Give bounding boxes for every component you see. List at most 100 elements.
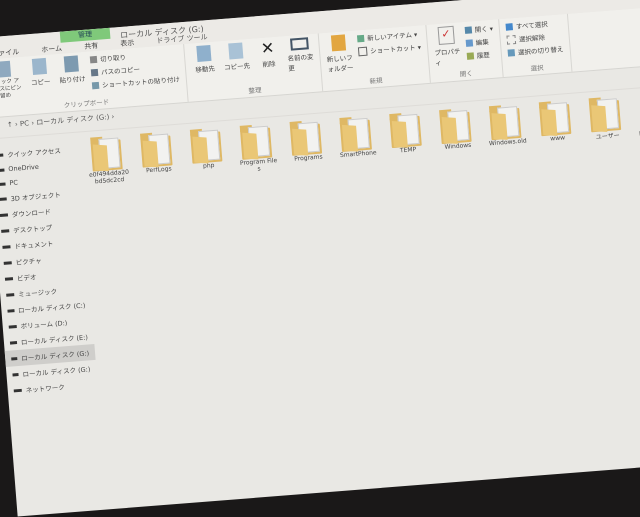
select-none-icon bbox=[506, 34, 517, 45]
easy-access-label: ショートカット ▾ bbox=[369, 43, 422, 56]
copy-path-label: パスのコピー bbox=[100, 65, 141, 77]
new-folder-label: 新しいフォルダー bbox=[326, 53, 354, 74]
nav-icon bbox=[0, 196, 7, 201]
folder-icon bbox=[90, 135, 125, 172]
select-all-label: すべて選択 bbox=[515, 20, 548, 31]
nav-icon bbox=[0, 212, 9, 217]
open-icon bbox=[464, 25, 472, 34]
file-item[interactable]: www bbox=[535, 100, 578, 144]
move-icon bbox=[196, 44, 212, 63]
copy-to-label: コピー先 bbox=[223, 61, 251, 72]
select-none-label: 選択解除 bbox=[518, 33, 546, 44]
delete-x-icon: ✕ bbox=[260, 37, 276, 58]
folder-icon bbox=[289, 119, 325, 156]
nav-item-label: 3D オブジェクト bbox=[10, 191, 62, 204]
nav-item-label: クイック アクセス bbox=[6, 147, 62, 160]
file-item[interactable]: php bbox=[186, 127, 229, 171]
nav-item-label: デスクトップ bbox=[12, 223, 53, 235]
new-group: 新しいフォルダー 新しいアイテム ▾ ショートカット ▾ 新規 bbox=[318, 24, 431, 92]
select-all-icon bbox=[505, 22, 514, 31]
nav-item-label: ミュージック bbox=[17, 287, 58, 299]
move-to-label: 移動先 bbox=[195, 64, 216, 75]
nav-item-label: ビデオ bbox=[16, 273, 37, 283]
file-item[interactable]: Program Files bbox=[236, 123, 280, 174]
copy-icon bbox=[31, 57, 48, 75]
rename-label: 名前の変更 bbox=[287, 52, 314, 73]
nav-icon bbox=[0, 153, 4, 157]
file-item[interactable]: e0f494dda20bd5dc2cd bbox=[86, 135, 130, 186]
history-icon bbox=[466, 51, 474, 60]
select-group: すべて選択 選択解除 選択の切り替え 選択 bbox=[499, 13, 573, 78]
invert-selection-label: 選択の切り替え bbox=[517, 45, 564, 57]
nav-icon bbox=[7, 308, 15, 313]
folder-icon bbox=[189, 127, 225, 164]
nav-icon bbox=[4, 276, 14, 281]
folder-icon bbox=[239, 123, 275, 160]
nav-icon bbox=[8, 324, 17, 329]
folder-icon bbox=[389, 112, 424, 149]
edit-label: 編集 bbox=[475, 38, 490, 48]
folder-icon bbox=[140, 131, 175, 168]
nav-icon bbox=[13, 388, 22, 392]
delete-label: 削除 bbox=[262, 59, 276, 69]
organize-group: 移動先 コピー先 ✕ 削除 名前の変更 整理 bbox=[184, 33, 324, 102]
nav-icon bbox=[11, 356, 18, 361]
folder-icon bbox=[339, 116, 374, 152]
path-icon bbox=[90, 68, 99, 76]
nav-icon bbox=[3, 260, 12, 265]
file-item[interactable]: Windows.old bbox=[485, 103, 528, 147]
open-group: ✓ プロパティ 開く ▾ 編集 履歴 開く bbox=[426, 19, 504, 83]
invert-selection-button[interactable]: 選択の切り替え bbox=[507, 43, 564, 57]
select-all-button[interactable]: すべて選択 bbox=[505, 17, 562, 31]
nav-icon bbox=[6, 292, 15, 297]
nav-item-label: ボリューム (D:) bbox=[20, 319, 68, 331]
file-item[interactable]: SmartPhone bbox=[335, 115, 378, 159]
properties-check-icon: ✓ bbox=[437, 25, 455, 46]
file-item[interactable]: RECYCLE.BAK bbox=[634, 92, 640, 145]
paste-label: 貼り付け bbox=[59, 74, 86, 85]
cut-label: 切り取り bbox=[99, 53, 127, 64]
history-button[interactable]: 履歴 bbox=[466, 49, 495, 61]
up-arrow-icon[interactable]: ↑ bbox=[7, 121, 13, 129]
folder-icon bbox=[538, 100, 574, 137]
folder-icon bbox=[488, 104, 524, 141]
nav-icon bbox=[1, 228, 10, 233]
open-button[interactable]: 開く ▾ bbox=[464, 23, 493, 35]
file-list: e0f494dda20bd5dc2cd PerfLogs php Program Fi… bbox=[78, 85, 640, 392]
rename-icon bbox=[290, 37, 309, 51]
copy-to-icon bbox=[228, 42, 244, 60]
nav-item-label: PC bbox=[9, 178, 19, 188]
breadcrumb-drive[interactable]: ローカル ディスク (G:) bbox=[36, 113, 110, 127]
paste-shortcut-label: ショートカットの貼り付け bbox=[101, 75, 181, 90]
new-item-icon bbox=[356, 34, 365, 42]
file-explorer-window: 管理 ローカル ディスク (G:) ファイル ホーム 共有 表示 ドライブ ツー… bbox=[0, 0, 640, 517]
select-none-button[interactable]: 選択解除 bbox=[506, 30, 563, 45]
file-item[interactable]: Windows bbox=[435, 107, 478, 151]
nav-item-label: ネットワーク bbox=[25, 383, 65, 395]
open-label: 開く ▾ bbox=[474, 24, 494, 35]
nav-item-label: ピクチャ bbox=[15, 256, 42, 267]
folder-icon bbox=[439, 108, 474, 145]
edit-icon bbox=[465, 38, 473, 47]
shortcut-icon bbox=[357, 46, 368, 56]
folder-icon bbox=[588, 96, 624, 133]
file-item[interactable]: PerfLogs bbox=[136, 131, 179, 175]
invert-selection-icon bbox=[507, 48, 516, 57]
new-item-label: 新しいアイテム ▾ bbox=[366, 30, 418, 43]
history-label: 履歴 bbox=[476, 51, 491, 61]
properties-label: プロパティ bbox=[434, 47, 461, 68]
copy-label: コピー bbox=[30, 77, 51, 88]
nav-icon bbox=[0, 167, 5, 172]
new-folder-icon bbox=[330, 34, 347, 52]
nav-icon bbox=[0, 181, 6, 186]
easy-access-button[interactable]: ショートカット ▾ bbox=[357, 41, 422, 56]
file-item[interactable]: ユーザー bbox=[585, 96, 628, 142]
shortcut-icon bbox=[91, 81, 100, 89]
file-item[interactable]: TEMP bbox=[385, 111, 428, 155]
file-item[interactable]: Programs bbox=[286, 119, 329, 163]
file-name: ユーザー bbox=[595, 132, 620, 141]
edit-button[interactable]: 編集 bbox=[465, 36, 494, 48]
nav-item-label: ダウンロード bbox=[11, 207, 52, 220]
breadcrumb-pc[interactable]: PC bbox=[20, 119, 30, 128]
pin-icon bbox=[0, 60, 12, 78]
